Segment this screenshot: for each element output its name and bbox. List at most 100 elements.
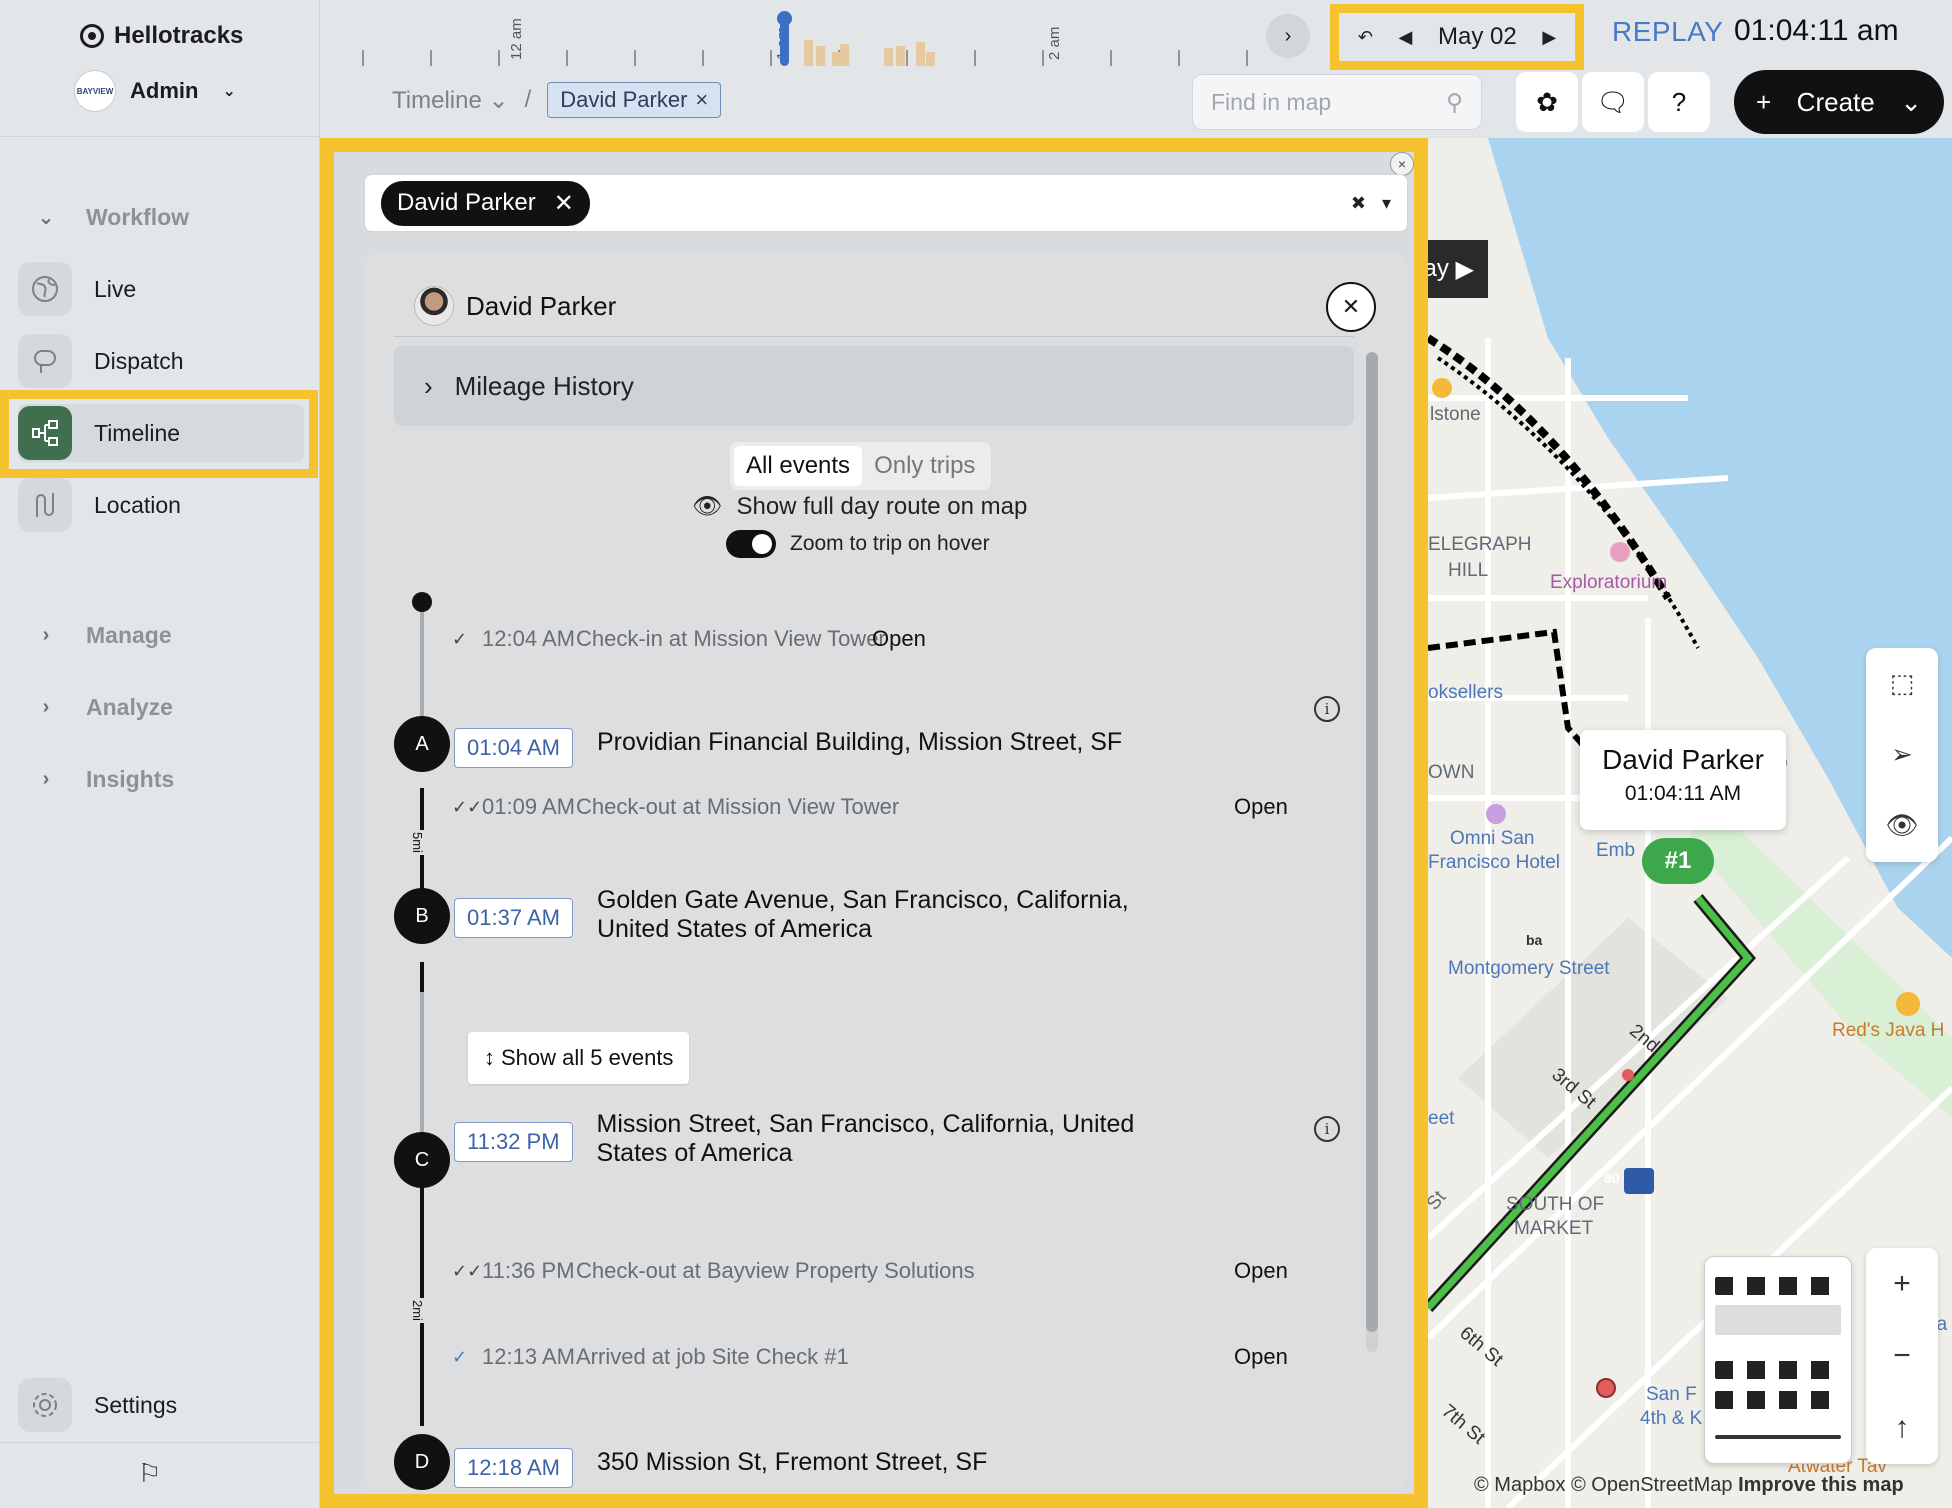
divider xyxy=(0,136,320,137)
nav-group-insights[interactable]: › Insights xyxy=(36,766,175,793)
breadcrumb-chip[interactable]: David Parker × xyxy=(547,82,722,118)
brand[interactable]: Hellotracks xyxy=(80,22,243,50)
tick xyxy=(1178,50,1180,66)
event-row[interactable]: ✓✓ 01:09 AM Check-out at Mission View To… xyxy=(452,794,1288,820)
chevron-down-icon[interactable]: ⌄ xyxy=(1900,87,1922,118)
event-open-link[interactable]: Open xyxy=(872,626,926,652)
map-label: 4th & K xyxy=(1640,1408,1703,1429)
time-scrubber[interactable]: 12 am 1 am 2 am xyxy=(320,0,1320,70)
map-view[interactable]: ay ▶ lstone ELEGRAPH HILL Exploratorium … xyxy=(1428,138,1952,1508)
mileage-history-toggle[interactable]: › Mileage History xyxy=(394,346,1354,426)
time-needle[interactable] xyxy=(777,11,792,66)
stop-marker: A xyxy=(394,716,450,772)
zoom-on-hover-label: Zoom to trip on hover xyxy=(790,532,990,555)
event-text: Arrived at job Site Check #1 xyxy=(576,1344,849,1369)
next-day-icon[interactable]: ▶ xyxy=(1542,27,1556,48)
map-layer-switcher[interactable] xyxy=(1704,1256,1852,1464)
stop-time-chip[interactable]: 12:18 AM xyxy=(454,1448,573,1488)
tab-only-trips[interactable]: Only trips xyxy=(862,446,987,486)
info-icon[interactable]: i xyxy=(1314,696,1340,722)
event-text: Check-out at Mission View Tower xyxy=(576,794,900,819)
driver-pin-badge[interactable]: #1 xyxy=(1642,838,1714,884)
stop-time-chip[interactable]: 01:37 AM xyxy=(454,898,573,938)
nav-group-manage[interactable]: › Manage xyxy=(36,622,172,649)
stop-row[interactable]: 12:18 AM 350 Mission St, Fremont Street,… xyxy=(454,1448,1197,1488)
event-open-link[interactable]: Open xyxy=(1234,1344,1288,1370)
map-play-button[interactable]: ay ▶ xyxy=(1428,240,1488,298)
clear-filter-icon[interactable]: ✖ xyxy=(1351,193,1366,214)
find-in-map-input[interactable]: Find in map ⚲ xyxy=(1192,74,1482,130)
breadcrumb-section[interactable]: Timeline ⌄ xyxy=(392,86,509,115)
event-open-link[interactable]: Open xyxy=(1234,1258,1288,1284)
map-label: San F xyxy=(1646,1384,1697,1405)
tab-all-events[interactable]: All events xyxy=(734,446,863,486)
info-icon[interactable]: i xyxy=(1314,1116,1340,1142)
eye-icon: 👁 xyxy=(692,493,723,520)
tick xyxy=(430,50,432,66)
map-tools: ⬚ ➢ 👁 xyxy=(1866,648,1938,862)
sidebar-item-live[interactable]: Live xyxy=(18,260,304,318)
improve-map-link[interactable]: Improve this map xyxy=(1738,1474,1904,1496)
reset-north-button[interactable]: ↑ xyxy=(1866,1392,1938,1464)
zoom-on-hover-toggle[interactable] xyxy=(726,530,776,558)
select-area-icon[interactable]: ⬚ xyxy=(1866,648,1938,719)
event-open-link[interactable]: Open xyxy=(1234,794,1288,820)
scrubber-next-button[interactable]: › xyxy=(1266,14,1310,58)
scrollbar-thumb[interactable] xyxy=(1366,352,1378,1332)
add-place-icon[interactable]: ➢ xyxy=(1866,719,1938,790)
zoom-out-button[interactable]: − xyxy=(1866,1320,1938,1392)
filter-chip[interactable]: David Parker ✕ xyxy=(381,180,590,226)
sidebar-item-location[interactable]: Location xyxy=(18,476,304,534)
close-icon[interactable]: × xyxy=(695,87,708,113)
chevron-down-icon[interactable]: ▾ xyxy=(1382,193,1391,214)
nav-group-label: Workflow xyxy=(86,204,190,230)
nav-group-analyze[interactable]: › Analyze xyxy=(36,694,173,721)
mileage-history-label: Mileage History xyxy=(454,370,634,401)
show-route-label: Show full day route on map xyxy=(736,492,1028,520)
close-card-button[interactable]: ✕ xyxy=(1326,282,1376,332)
prev-day-icon[interactable]: ◀ xyxy=(1399,27,1413,48)
close-icon[interactable]: × xyxy=(1390,152,1414,176)
event-row[interactable]: ✓ 12:13 AM Arrived at job Site Check #1 … xyxy=(452,1344,1288,1370)
double-check-icon: ✓✓ xyxy=(452,1260,483,1281)
stop-time-chip[interactable]: 01:04 AM xyxy=(454,728,573,768)
ai-assistant-button[interactable]: ✿ xyxy=(1516,72,1578,132)
activity-bar xyxy=(816,46,825,66)
sidebar-item-timeline[interactable]: Timeline xyxy=(18,404,304,462)
stop-title: Providian Financial Building, Mission St… xyxy=(596,728,1123,756)
person-timeline-card: David Parker ✕ › Mileage History All eve… xyxy=(364,252,1408,1490)
ai-icon: ✿ xyxy=(1536,86,1558,117)
stop-row[interactable]: 11:32 PM Mission Street, San Francisco, … xyxy=(454,1110,1157,1168)
show-full-day-route[interactable]: 👁 Show full day route on map xyxy=(692,492,1027,521)
scrubber-label: 12 am xyxy=(508,18,525,60)
event-row[interactable]: ✓✓ 11:36 PM Check-out at Bayview Propert… xyxy=(452,1258,1288,1284)
zoom-in-button[interactable]: + xyxy=(1866,1248,1938,1320)
attribution-text[interactable]: © Mapbox © OpenStreetMap xyxy=(1474,1474,1733,1496)
map-label: Omni San xyxy=(1450,828,1535,849)
account-switcher[interactable]: BAYVIEW Admin ⌄ xyxy=(74,70,236,112)
nav-group-workflow[interactable]: ⌄ Workflow xyxy=(36,204,189,231)
sidebar-item-dispatch[interactable]: Dispatch xyxy=(18,332,304,390)
breadcrumb-chip-label: David Parker xyxy=(560,87,688,112)
stop-row[interactable]: 01:04 AM Providian Financial Building, M… xyxy=(454,728,1197,768)
driver-marker-card[interactable]: David Parker 01:04:11 AM xyxy=(1580,730,1786,830)
sidebar-item-settings[interactable]: Settings xyxy=(18,1376,304,1434)
stop-row[interactable]: 01:37 AM Golden Gate Avenue, San Francis… xyxy=(454,886,1157,944)
person-filter[interactable]: David Parker ✕ ✖ ▾ xyxy=(364,174,1408,232)
map-label: eet xyxy=(1428,1108,1455,1129)
replay-mode-label[interactable]: REPLAY xyxy=(1612,16,1723,48)
reset-date-icon[interactable]: ↶ xyxy=(1358,27,1373,48)
close-icon[interactable]: ✕ xyxy=(554,189,574,218)
messages-button[interactable]: 🗨 xyxy=(1582,72,1644,132)
create-button[interactable]: + Create ⌄ xyxy=(1734,70,1944,134)
eye-icon[interactable]: 👁 xyxy=(1866,790,1938,861)
stop-time-chip[interactable]: 11:32 PM xyxy=(454,1122,573,1162)
event-filter-toggle: All events Only trips xyxy=(730,442,992,490)
show-all-events-button[interactable]: ↕ Show all 5 events xyxy=(468,1032,690,1084)
current-date[interactable]: May 02 xyxy=(1438,23,1517,51)
pin-sidebar-icon[interactable]: ⚐ xyxy=(138,1458,161,1489)
tick xyxy=(498,50,500,66)
help-button[interactable]: ? xyxy=(1648,72,1710,132)
activity-bar xyxy=(884,48,893,66)
event-row[interactable]: ✓ 12:04 AM Check-in at Mission View Towe… xyxy=(452,626,926,652)
